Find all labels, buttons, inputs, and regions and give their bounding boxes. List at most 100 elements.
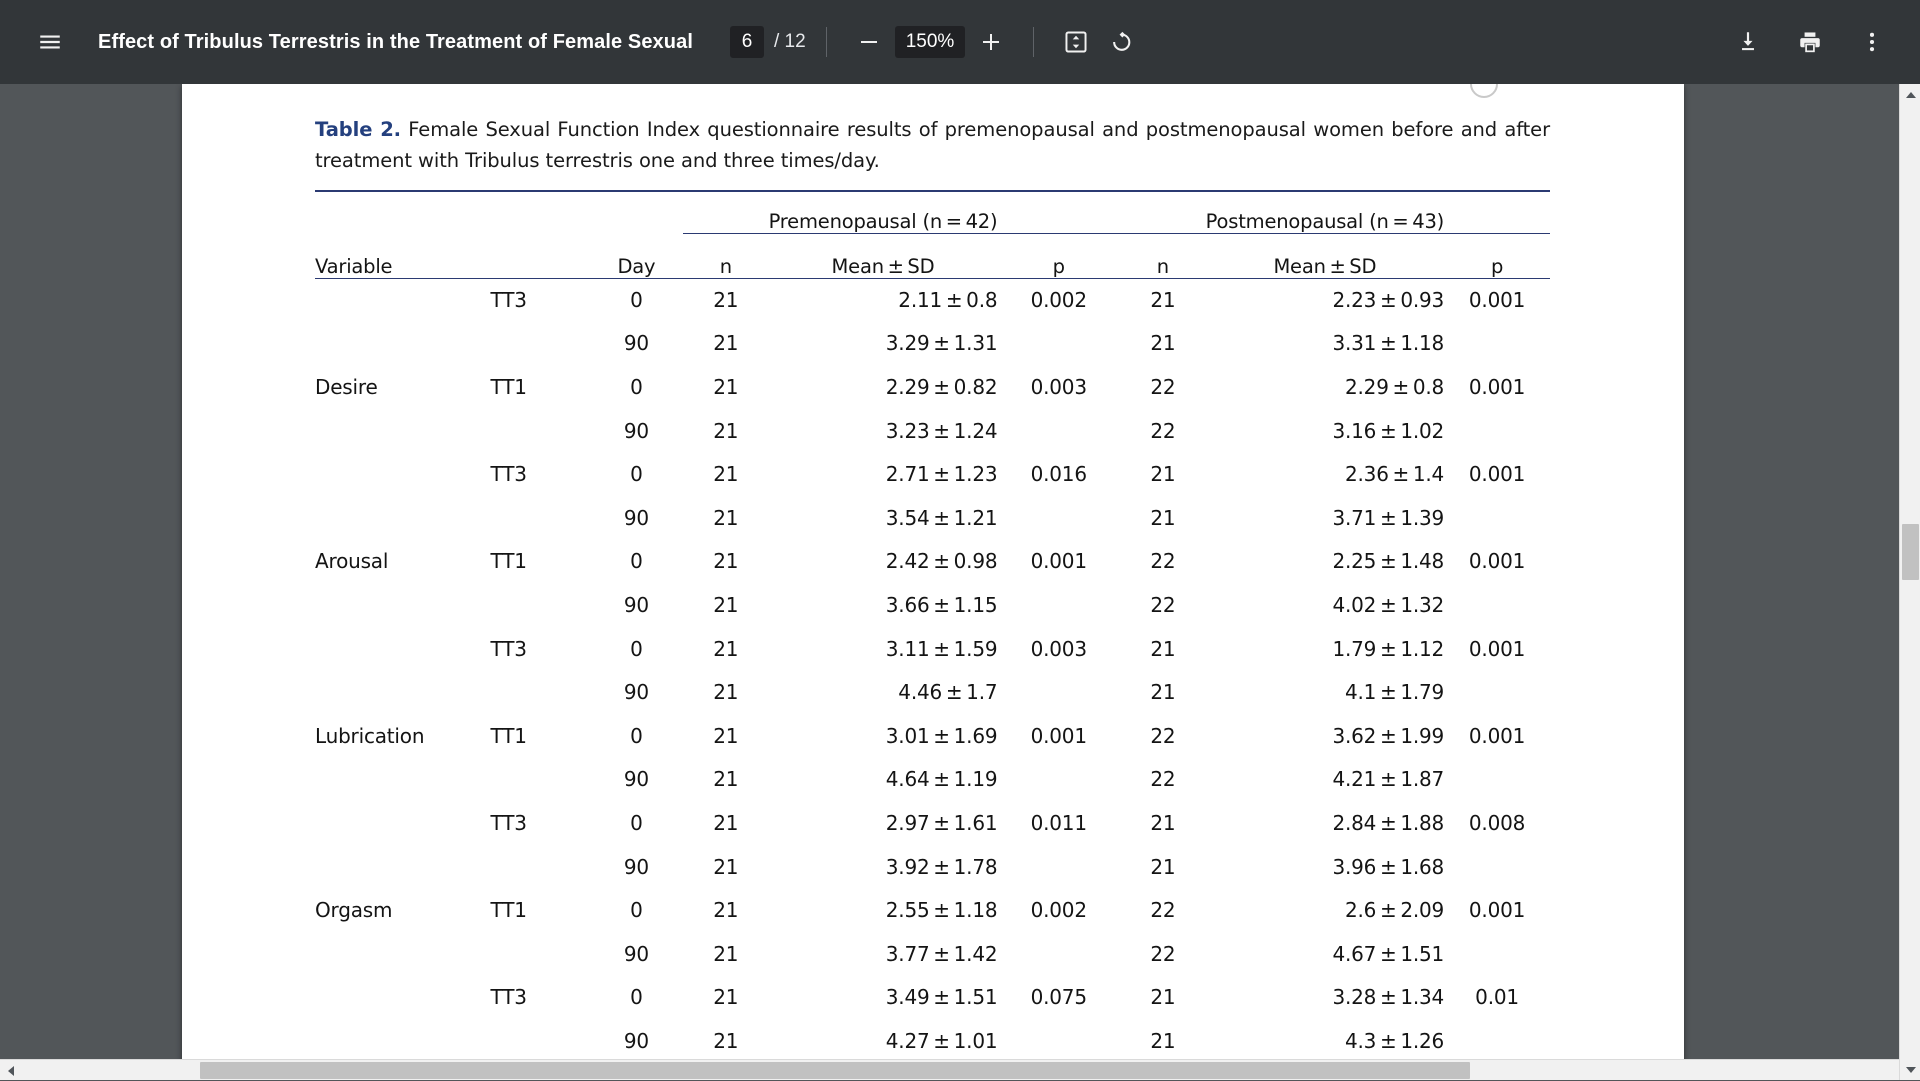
cell-mean-post: 4.02 ± 1.32 (1206, 583, 1444, 627)
vertical-scrollbar-thumb[interactable] (1902, 524, 1919, 580)
table-row: 90214.27 ± 1.01214.3 ± 1.26 (315, 1019, 1550, 1063)
table-caption-text: Female Sexual Function Index questionnai… (315, 118, 1550, 172)
pdf-viewer-toolbar: Effect of Tribulus Terrestris in the Tre… (0, 0, 1920, 84)
cell-p-pre (997, 670, 1120, 714)
cell-tt: TT3 (491, 627, 590, 671)
table-body: TT30212.11 ± 0.80.002212.23 ± 0.930.0019… (315, 278, 1550, 1080)
scroll-left-arrow-icon[interactable] (0, 1060, 21, 1081)
cell-day: 90 (590, 583, 683, 627)
cell-p-post: 0.001 (1444, 452, 1550, 496)
cell-tt (491, 932, 590, 976)
table-row: 90213.54 ± 1.21213.71 ± 1.39 (315, 496, 1550, 540)
cell-variable: Orgasm (315, 888, 491, 932)
cell-n-pre: 21 (683, 583, 769, 627)
cell-p-post: 0.001 (1444, 714, 1550, 758)
cell-variable: Arousal (315, 540, 491, 584)
cell-mean-post: 2.84 ± 1.88 (1206, 801, 1444, 845)
cell-mean-post: 3.96 ± 1.68 (1206, 845, 1444, 889)
minus-icon[interactable] (847, 20, 891, 64)
cell-p-post: 0.01 (1444, 976, 1550, 1020)
cell-day: 90 (590, 409, 683, 453)
cell-p-post: 0.001 (1444, 365, 1550, 409)
cell-variable (315, 932, 491, 976)
cell-mean-post: 4.21 ± 1.87 (1206, 758, 1444, 802)
table-row: 90213.29 ± 1.31213.31 ± 1.18 (315, 322, 1550, 366)
cell-n-post: 21 (1120, 976, 1206, 1020)
cell-n-pre: 21 (683, 540, 769, 584)
group-header-premenopausal-p (997, 191, 1120, 233)
cell-p-pre (997, 1019, 1120, 1063)
table-row: 90214.46 ± 1.7214.1 ± 1.79 (315, 670, 1550, 714)
cell-n-post: 21 (1120, 278, 1206, 322)
cell-p-post (1444, 583, 1550, 627)
scroll-down-arrow-icon[interactable] (1900, 1059, 1920, 1080)
col-header-n-post: n (1120, 233, 1206, 278)
cell-p-pre: 0.001 (997, 714, 1120, 758)
table-column-header-row: Variable Day n Mean ± SD p n Mean ± SD p (315, 233, 1550, 278)
cell-day: 0 (590, 452, 683, 496)
cell-n-pre: 21 (683, 758, 769, 802)
plus-icon[interactable] (969, 20, 1013, 64)
cell-n-post: 22 (1120, 714, 1206, 758)
horizontal-scrollbar-thumb[interactable] (200, 1062, 1470, 1079)
cell-tt: TT1 (491, 888, 590, 932)
cell-p-pre (997, 758, 1120, 802)
download-icon[interactable] (1726, 20, 1770, 64)
cell-mean-post: 3.62 ± 1.99 (1206, 714, 1444, 758)
cell-n-pre: 21 (683, 888, 769, 932)
cell-p-pre (997, 322, 1120, 366)
pdf-viewer-area[interactable]: Table 2. Female Sexual Function Index qu… (0, 84, 1920, 1080)
cell-n-post: 22 (1120, 583, 1206, 627)
cell-n-pre: 21 (683, 496, 769, 540)
scroll-up-arrow-icon[interactable] (1900, 84, 1920, 105)
cell-mean-pre: 4.27 ± 1.01 (769, 1019, 998, 1063)
cell-p-post (1444, 845, 1550, 889)
cell-day: 0 (590, 976, 683, 1020)
cell-p-post (1444, 409, 1550, 453)
horizontal-scrollbar[interactable] (0, 1059, 1899, 1080)
zoom-level-display[interactable]: 150% (895, 26, 966, 58)
cell-n-pre: 21 (683, 365, 769, 409)
cell-p-pre (997, 845, 1120, 889)
cell-variable (315, 278, 491, 322)
cell-mean-pre: 2.97 ± 1.61 (769, 801, 998, 845)
more-vertical-icon[interactable] (1850, 20, 1894, 64)
cell-mean-pre: 3.66 ± 1.15 (769, 583, 998, 627)
fit-to-page-icon[interactable] (1054, 20, 1098, 64)
cell-day: 0 (590, 540, 683, 584)
page-number-input[interactable]: 6 (730, 26, 764, 58)
cell-n-pre: 21 (683, 409, 769, 453)
rotate-counterclockwise-icon[interactable] (1098, 20, 1142, 64)
cell-tt: TT1 (491, 714, 590, 758)
page-navigation: 6 / 12 (730, 26, 806, 58)
cell-tt (491, 758, 590, 802)
table-group-header-row: Premenopausal (n = 42) Postmenopausal (n… (315, 191, 1550, 233)
cell-day: 90 (590, 845, 683, 889)
cell-mean-pre: 2.71 ± 1.23 (769, 452, 998, 496)
cell-p-pre: 0.075 (997, 976, 1120, 1020)
table-row: 90213.66 ± 1.15 224.02 ± 1.32 (315, 583, 1550, 627)
cell-variable (315, 322, 491, 366)
hamburger-menu-icon[interactable] (28, 20, 72, 64)
table-row: TT30213.11 ± 1.590.003211.79 ± 1.120.001 (315, 627, 1550, 671)
cell-p-post (1444, 322, 1550, 366)
cell-mean-pre: 3.01 ± 1.69 (769, 714, 998, 758)
cell-day: 90 (590, 496, 683, 540)
cell-p-pre (997, 583, 1120, 627)
print-icon[interactable] (1788, 20, 1832, 64)
cell-n-pre: 21 (683, 322, 769, 366)
cell-n-pre: 21 (683, 714, 769, 758)
cell-tt (491, 496, 590, 540)
col-header-p-post: p (1444, 233, 1550, 278)
table-row: TT30212.11 ± 0.80.002212.23 ± 0.930.001 (315, 278, 1550, 322)
cell-mean-pre: 2.29 ± 0.82 (769, 365, 998, 409)
table-row: ArousalTT10212.42 ± 0.980.001222.25 ± 1.… (315, 540, 1550, 584)
cell-n-post: 22 (1120, 365, 1206, 409)
cell-tt (491, 670, 590, 714)
cell-tt (491, 583, 590, 627)
cell-mean-pre: 3.77 ± 1.42 (769, 932, 998, 976)
cell-variable (315, 670, 491, 714)
vertical-scrollbar[interactable] (1899, 84, 1920, 1080)
cell-n-post: 21 (1120, 496, 1206, 540)
cell-variable: Desire (315, 365, 491, 409)
